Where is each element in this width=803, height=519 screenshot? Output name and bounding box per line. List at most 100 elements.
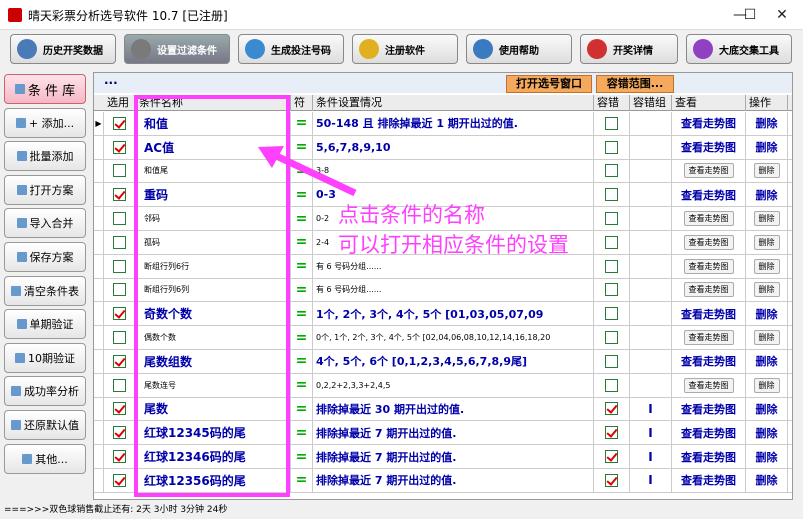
condition-name-link[interactable]: 奇数个数 (136, 302, 291, 326)
view-trend-button[interactable]: 查看走势图 (683, 234, 734, 250)
select-checkbox[interactable] (113, 402, 126, 416)
toolbar-button-6[interactable]: 大底交集工具 (686, 34, 792, 64)
condition-name-link[interactable]: 邻码 (136, 207, 291, 230)
condition-name-link[interactable]: AC值 (136, 135, 291, 159)
select-checkbox[interactable] (113, 378, 126, 392)
view-trend-button[interactable]: 查看走势图 (681, 353, 736, 369)
tolerance-group[interactable] (630, 135, 672, 159)
tolerance-checkbox[interactable] (605, 354, 618, 368)
delete-button[interactable]: 删除 (756, 449, 778, 465)
condition-name-link[interactable]: 偶数个数 (136, 326, 291, 349)
view-trend-button[interactable]: 查看走势图 (683, 330, 734, 346)
view-trend-button[interactable]: 查看走势图 (681, 139, 736, 155)
tolerance-checkbox[interactable] (605, 235, 618, 249)
sidebar-button-6[interactable]: 清空条件表 (4, 275, 86, 306)
toolbar-button-4[interactable]: 使用帮助 (466, 34, 572, 64)
condition-name-link[interactable]: 断组行列6行 (136, 254, 291, 278)
view-trend-button[interactable]: 查看走势图 (683, 211, 734, 227)
sidebar-button-10[interactable]: 还原默认值 (4, 410, 86, 440)
tolerance-group[interactable] (630, 278, 672, 302)
tolerance-group[interactable]: I (630, 421, 672, 445)
delete-button[interactable]: 删除 (753, 282, 780, 298)
select-checkbox[interactable] (113, 283, 126, 297)
delete-button[interactable]: 删除 (753, 330, 780, 346)
open-window-button[interactable]: 打开选号窗口 (506, 75, 592, 93)
tolerance-checkbox[interactable] (605, 426, 618, 440)
select-checkbox[interactable] (113, 307, 126, 321)
sidebar-button-2[interactable]: 批量添加 (4, 141, 86, 172)
sidebar-button-9[interactable]: 成功率分析 (4, 376, 86, 407)
delete-button[interactable]: 删除 (753, 234, 780, 250)
delete-button[interactable]: 删除 (753, 258, 780, 274)
delete-button[interactable]: 删除 (753, 377, 780, 393)
tolerance-group[interactable] (630, 350, 672, 373)
tolerance-group[interactable] (630, 159, 672, 183)
sidebar-button-5[interactable]: 保存方案 (4, 242, 86, 272)
delete-button[interactable]: 删除 (756, 472, 778, 488)
select-checkbox[interactable] (113, 450, 126, 464)
tolerance-group[interactable] (630, 302, 672, 326)
condition-name-link[interactable]: 尾数组数 (136, 350, 291, 373)
column-header-6[interactable]: 查看 (672, 95, 746, 111)
column-header-7[interactable]: 操作 (746, 95, 788, 111)
condition-name-link[interactable]: 红球12345码的尾 (136, 421, 291, 445)
tolerance-group[interactable] (630, 112, 672, 135)
tolerance-group[interactable]: I (630, 469, 672, 492)
tolerance-checkbox[interactable] (605, 283, 618, 297)
delete-button[interactable]: 删除 (756, 353, 778, 369)
tolerance-checkbox[interactable] (605, 212, 618, 226)
toolbar-button-2[interactable]: 生成投注号码 (238, 34, 344, 64)
tolerance-group[interactable]: I (630, 445, 672, 468)
delete-button[interactable]: 删除 (756, 187, 778, 203)
toolbar-button-5[interactable]: 开奖详情 (580, 34, 678, 64)
condition-name-link[interactable]: 重码 (136, 183, 291, 207)
condition-name-link[interactable]: 尾数连号 (136, 373, 291, 397)
tolerance-checkbox[interactable] (605, 164, 618, 178)
maximize-button[interactable]: ☐ (736, 4, 764, 26)
delete-button[interactable]: 删除 (756, 139, 778, 155)
view-trend-button[interactable]: 查看走势图 (681, 187, 736, 203)
select-checkbox[interactable] (113, 426, 126, 440)
delete-button[interactable]: 删除 (756, 306, 778, 322)
sidebar-button-4[interactable]: 导入合并 (4, 208, 86, 239)
column-header-4[interactable]: 容错 (594, 95, 630, 111)
view-trend-button[interactable]: 查看走势图 (681, 401, 736, 417)
select-checkbox[interactable] (113, 164, 126, 178)
toolbar-button-3[interactable]: 注册软件 (352, 34, 458, 64)
tolerance-checkbox[interactable] (605, 140, 618, 154)
view-trend-button[interactable]: 查看走势图 (683, 258, 734, 274)
select-checkbox[interactable] (113, 354, 126, 368)
column-header-0[interactable]: 选用 (104, 95, 136, 111)
tolerance-group[interactable] (630, 183, 672, 207)
tolerance-group[interactable] (630, 231, 672, 254)
sidebar-button-0[interactable]: 条 件 库 (4, 74, 86, 104)
select-checkbox[interactable] (113, 116, 126, 130)
view-trend-button[interactable]: 查看走势图 (683, 377, 734, 393)
tolerance-checkbox[interactable] (605, 473, 618, 487)
sidebar-button-7[interactable]: 单期验证 (4, 309, 86, 340)
select-checkbox[interactable] (113, 235, 126, 249)
select-checkbox[interactable] (113, 473, 126, 487)
view-trend-button[interactable]: 查看走势图 (683, 282, 734, 298)
select-checkbox[interactable] (113, 331, 126, 345)
delete-button[interactable]: 删除 (753, 211, 780, 227)
tolerance-checkbox[interactable] (605, 450, 618, 464)
view-trend-button[interactable]: 查看走势图 (681, 115, 736, 131)
sidebar-button-1[interactable]: + 添加... (4, 107, 86, 138)
sidebar-button-8[interactable]: 10期验证 (4, 342, 86, 373)
view-trend-button[interactable]: 查看走势图 (681, 449, 736, 465)
select-checkbox[interactable] (113, 212, 126, 226)
tolerance-checkbox[interactable] (605, 116, 618, 130)
view-trend-button[interactable]: 查看走势图 (681, 306, 736, 322)
tolerance-group[interactable] (630, 326, 672, 349)
sidebar-button-11[interactable]: 其他... (4, 443, 86, 474)
column-header-5[interactable]: 容错组 (630, 95, 672, 111)
condition-name-link[interactable]: 红球12346码的尾 (136, 445, 291, 468)
close-button[interactable]: ✕ (768, 4, 796, 26)
view-trend-button[interactable]: 查看走势图 (683, 163, 734, 179)
column-header-3[interactable]: 条件设置情况 (313, 95, 594, 111)
tolerance-group[interactable] (630, 207, 672, 230)
column-header-1[interactable]: 条件名称 (136, 95, 291, 111)
tolerance-checkbox[interactable] (605, 188, 618, 202)
delete-button[interactable]: 删除 (756, 115, 778, 131)
